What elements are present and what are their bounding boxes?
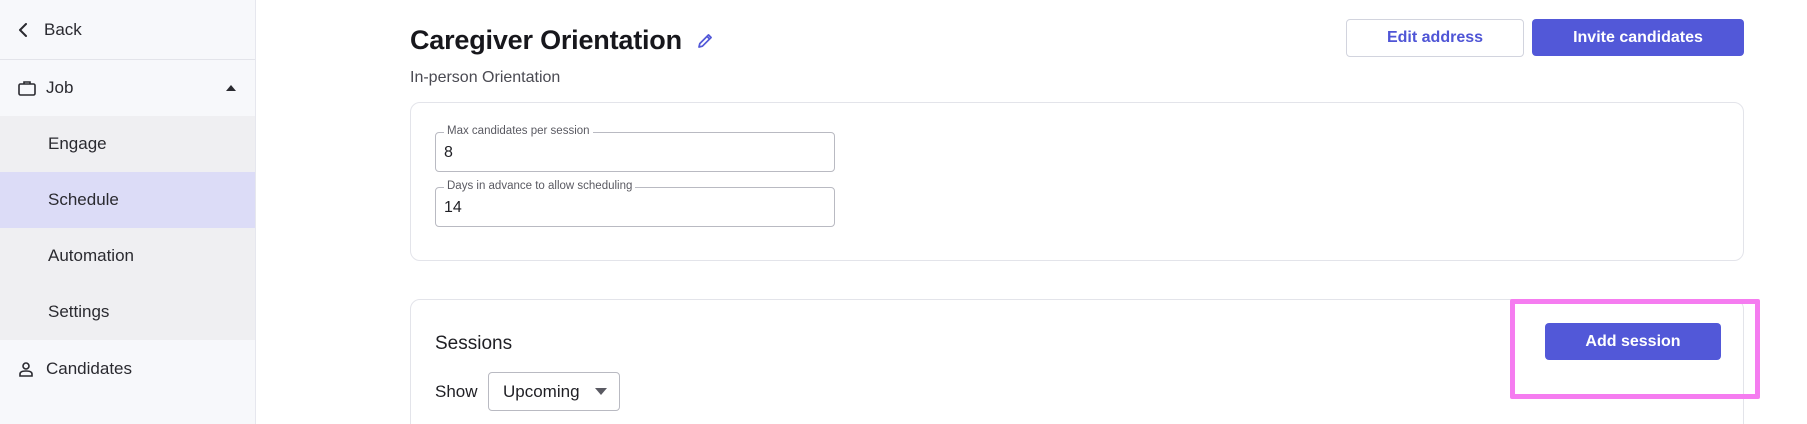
sidebar-item-automation[interactable]: Automation (0, 228, 255, 284)
days-in-advance-field[interactable]: Days in advance to allow scheduling 14 (435, 180, 835, 227)
caret-up-icon[interactable] (225, 83, 237, 93)
job-subnav: Engage Schedule Automation Settings (0, 116, 255, 340)
briefcase-icon (18, 79, 36, 97)
title-row: Caregiver Orientation (410, 25, 716, 56)
session-filter-select[interactable]: Upcoming (488, 372, 620, 411)
session-filter-value: Upcoming (503, 381, 580, 401)
person-icon (18, 360, 36, 378)
sessions-card: Sessions Show Upcoming (410, 299, 1744, 424)
pencil-icon[interactable] (696, 31, 716, 51)
sidebar: Back Job Engage Schedule Automation Sett… (0, 0, 256, 424)
scheduling-settings-card: Max candidates per session 8 Days in adv… (410, 102, 1744, 261)
days-in-advance-value: 14 (444, 199, 462, 216)
max-candidates-value: 8 (444, 144, 453, 161)
edit-address-button[interactable]: Edit address (1346, 19, 1524, 57)
max-candidates-field[interactable]: Max candidates per session 8 (435, 125, 835, 172)
back-label: Back (44, 19, 82, 39)
sidebar-item-engage[interactable]: Engage (0, 116, 255, 172)
sidebar-section-job[interactable]: Job (0, 60, 255, 116)
page-subtitle: In-person Orientation (410, 69, 561, 86)
max-candidates-label: Max candidates per session (444, 125, 593, 137)
main-content: Caregiver Orientation In-person Orientat… (256, 0, 1807, 424)
add-session-button[interactable]: Add session (1545, 323, 1721, 360)
days-in-advance-label: Days in advance to allow scheduling (444, 180, 636, 192)
caret-down-icon (595, 388, 607, 396)
sessions-title: Sessions (435, 333, 513, 354)
sidebar-item-candidates[interactable]: Candidates (0, 340, 255, 398)
show-label: Show (435, 382, 478, 401)
sidebar-item-settings[interactable]: Settings (0, 284, 255, 340)
sidebar-section-job-label: Job (46, 78, 74, 97)
chevron-left-icon (18, 22, 32, 37)
sidebar-item-candidates-label: Candidates (46, 359, 133, 378)
sidebar-item-schedule[interactable]: Schedule (0, 172, 255, 228)
invite-candidates-button[interactable]: Invite candidates (1532, 19, 1744, 56)
back-link[interactable]: Back (0, 0, 255, 60)
page-title: Caregiver Orientation (410, 25, 682, 55)
